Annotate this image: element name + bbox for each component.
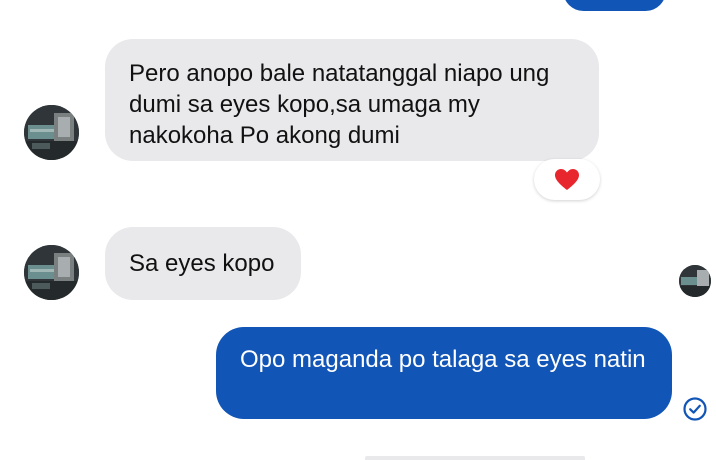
avatar-photo-icon [24,105,79,160]
seen-by-avatar [679,265,711,297]
heart-icon [555,168,579,190]
message-text: Opo maganda po talaga sa eyes natin [240,346,646,373]
sent-check-icon [682,396,708,422]
avatar-photo-icon [24,245,79,300]
message-reaction[interactable] [534,159,600,200]
message-text: Sa eyes kopo [129,250,275,277]
incoming-message-bubble[interactable]: Pero anopo bale natatanggal niapo ung du… [105,39,599,161]
contact-avatar[interactable] [24,245,79,300]
contact-avatar[interactable] [24,105,79,160]
incoming-message-bubble[interactable]: Sa eyes kopo [105,227,301,300]
previous-outgoing-message-bubble[interactable] [563,0,666,11]
message-text: Pero anopo bale natatanggal niapo ung du… [129,60,550,149]
outgoing-message-bubble[interactable]: Opo maganda po talaga sa eyes natin [216,327,672,419]
next-message-bubble-edge [365,456,585,460]
avatar-photo-icon [679,265,711,297]
